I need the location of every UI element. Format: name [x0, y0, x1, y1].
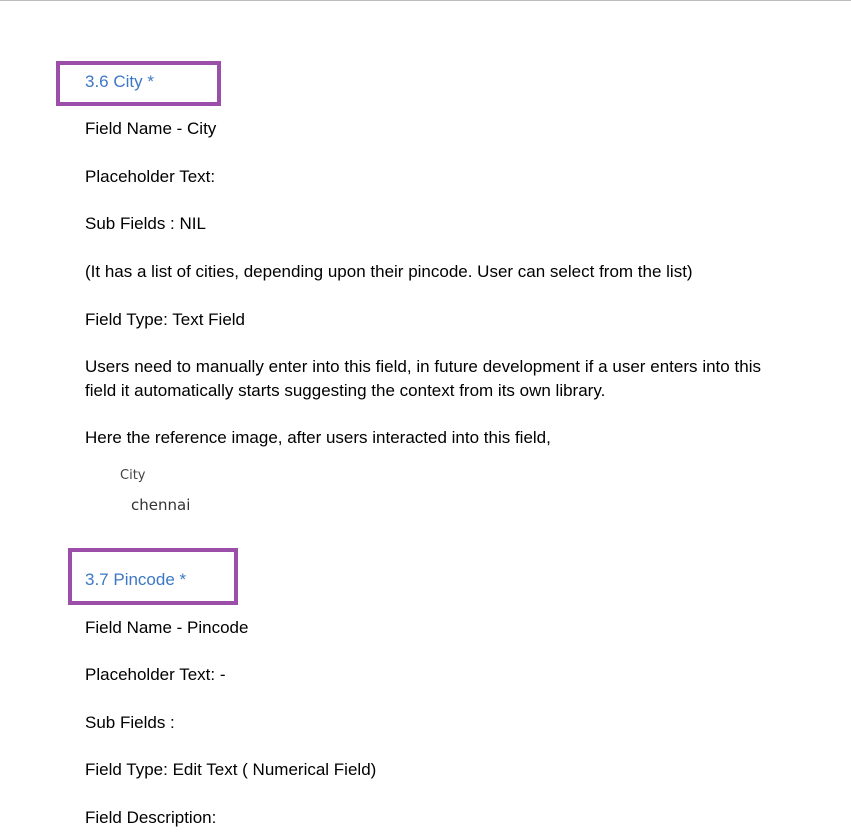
- pincode-section-heading: 3.7 Pincode *: [85, 570, 187, 589]
- reference-city-value: chennai: [131, 496, 191, 514]
- city-reference-intro: Here the reference image, after users in…: [85, 428, 551, 447]
- city-sub-fields: Sub Fields : NIL: [85, 214, 206, 233]
- pincode-field-description: Field Description:: [85, 808, 217, 827]
- pincode-placeholder-text: Placeholder Text: -: [85, 665, 226, 684]
- city-field-name: Field Name - City: [85, 119, 217, 138]
- city-field-type: Field Type: Text Field: [85, 310, 246, 329]
- city-section-heading: 3.6 City *: [85, 72, 154, 91]
- city-note: (It has a list of cities, depending upon…: [85, 262, 693, 281]
- pincode-field-type: Field Type: Edit Text ( Numerical Field): [85, 760, 377, 779]
- city-placeholder-text: Placeholder Text:: [85, 167, 216, 186]
- pincode-sub-fields: Sub Fields :: [85, 713, 175, 732]
- city-reference-image: City chennai: [112, 462, 222, 522]
- pincode-field-name: Field Name - Pincode: [85, 618, 249, 637]
- city-description: Users need to manually enter into this f…: [85, 357, 761, 400]
- reference-city-label: City: [120, 468, 146, 483]
- top-divider: [0, 0, 851, 1]
